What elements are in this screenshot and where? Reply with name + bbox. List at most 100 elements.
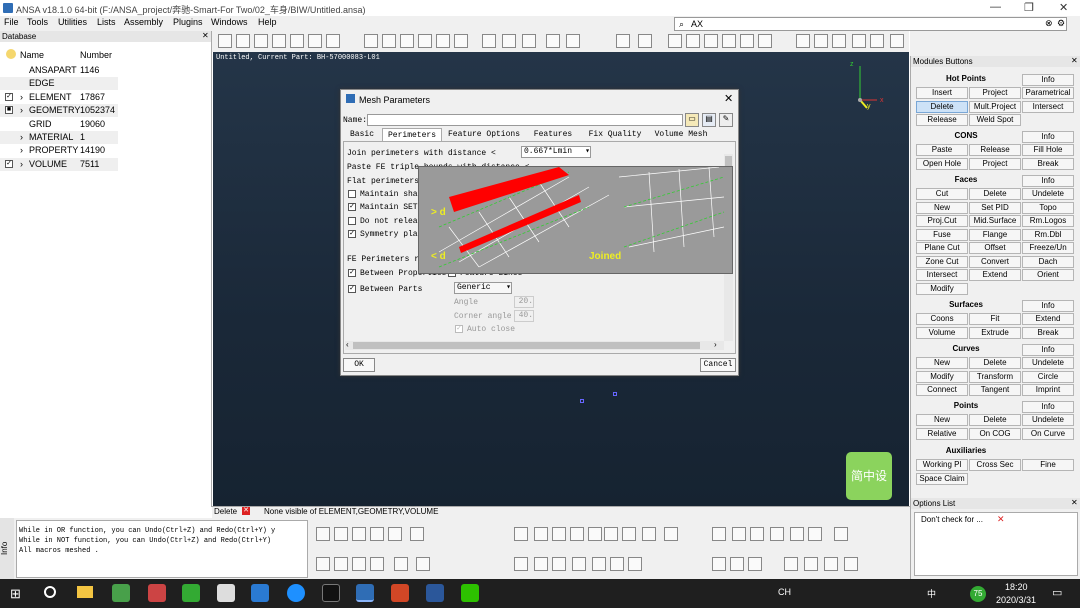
hp-weld-spot-button[interactable]: Weld Spot — [969, 114, 1021, 126]
database-row[interactable]: ✓ › VOLUME 7511 — [0, 157, 118, 171]
bottom-tool-15-icon[interactable] — [712, 527, 726, 541]
database-row[interactable]: ANSAPART 1146 — [0, 64, 118, 77]
sf-extend-button[interactable]: Extend — [1022, 313, 1074, 325]
iqiyi-icon[interactable] — [182, 584, 200, 602]
bottom-tool-16-icon[interactable] — [732, 527, 746, 541]
close-icon[interactable]: ✕ — [1059, 1, 1068, 14]
symmetry-plane-checkbox[interactable]: ✓ — [348, 230, 356, 238]
fc-modify-button[interactable]: Modify — [916, 282, 968, 295]
bottom-tool-row2-12-icon[interactable] — [628, 557, 642, 571]
outlook-icon[interactable] — [251, 584, 269, 602]
display-icon[interactable] — [454, 34, 468, 48]
between-properties-checkbox[interactable]: ✓ — [348, 269, 356, 277]
tab-volume-mesh[interactable]: Volume Mesh — [648, 128, 714, 141]
layers-icon[interactable] — [686, 34, 700, 48]
search-input[interactable]: AX — [691, 19, 703, 29]
database-row[interactable]: EDGE — [0, 77, 118, 91]
action-center-icon[interactable]: ▭ — [1052, 586, 1062, 599]
fc-flange-button[interactable]: Flange — [969, 228, 1021, 241]
checkmark-icon[interactable] — [502, 34, 516, 48]
menu-file[interactable]: File — [4, 17, 19, 27]
points-info-button[interactable]: Info — [1022, 401, 1074, 413]
clear-search-icon[interactable]: ⊗ — [1045, 18, 1053, 29]
sf-fit-button[interactable]: Fit — [969, 313, 1021, 325]
rotate-icon[interactable] — [758, 34, 772, 48]
redo-icon[interactable] — [638, 34, 652, 48]
filter-icon[interactable] — [6, 49, 16, 59]
bottom-tool-7-icon[interactable] — [534, 527, 548, 541]
bottom-tool-8-icon[interactable] — [552, 527, 566, 541]
bottom-tool-row2-19-icon[interactable] — [844, 557, 858, 571]
join-distance-select[interactable]: 0.667*Lmin ▾ — [521, 146, 591, 158]
auxiliaries-section-title[interactable]: Auxiliaries — [914, 446, 1018, 455]
bottom-tool-row2-16-icon[interactable] — [784, 557, 798, 571]
hp-intersect-button[interactable]: Intersect — [1022, 100, 1074, 113]
minimize-icon[interactable]: — — [990, 1, 1001, 13]
view-icon[interactable] — [722, 34, 736, 48]
hp-mult-project-button[interactable]: Mult.Project — [969, 100, 1021, 113]
row-checkbox[interactable]: ✓ — [5, 159, 13, 168]
bottom-tool-13-icon[interactable] — [642, 527, 656, 541]
fc-topo-button[interactable]: Topo — [1022, 201, 1074, 214]
bottom-tool-row2-8-icon[interactable] — [552, 557, 566, 571]
cv-modify-button[interactable]: Modify — [916, 370, 968, 383]
bottom-tool-row2-3-icon[interactable] — [370, 557, 384, 571]
database-row[interactable]: ✓ › ELEMENT 17867 — [0, 91, 118, 104]
bottom-tool-9-icon[interactable] — [570, 527, 584, 541]
bottom-tool-row2-2-icon[interactable] — [352, 557, 366, 571]
rebuild-icon[interactable] — [382, 34, 396, 48]
tab-feature-options[interactable]: Feature Options — [444, 128, 524, 141]
settings-tool-icon[interactable]: ✎ — [719, 113, 733, 127]
grid-icon[interactable] — [668, 34, 682, 48]
options-list-item[interactable]: Don't check for ... — [921, 515, 983, 524]
points-section-title[interactable]: Points — [914, 401, 1018, 410]
bottom-tool-row2-4-icon[interactable] — [394, 557, 408, 571]
move-icon[interactable] — [482, 34, 496, 48]
database-row[interactable]: ■ › GEOMETRY 1052374 — [0, 104, 118, 118]
name-input[interactable] — [367, 114, 683, 126]
bottom-tool-row2-17-icon[interactable] — [804, 557, 818, 571]
s-icon[interactable] — [308, 34, 322, 48]
corner-angle-input[interactable]: 40. — [514, 310, 534, 322]
scroll-left-icon[interactable]: ‹ — [346, 340, 349, 349]
bottom-tool-18-icon[interactable] — [770, 527, 784, 541]
red-app-icon[interactable] — [148, 584, 166, 602]
fc-set-pid-button[interactable]: Set PID — [969, 201, 1021, 214]
align-icon[interactable] — [436, 34, 450, 48]
options-close-icon[interactable]: ✕ — [1071, 498, 1078, 507]
cn-release-button[interactable]: Release — [969, 144, 1021, 156]
search-gear-icon[interactable]: ⚙ — [1057, 18, 1065, 29]
ansa-taskbar-icon[interactable] — [356, 584, 374, 602]
hp-insert-button[interactable]: Insert — [916, 87, 968, 99]
cn-paste-button[interactable]: Paste — [916, 144, 968, 156]
brush-icon[interactable] — [522, 34, 536, 48]
menu-plugins[interactable]: Plugins — [173, 17, 203, 27]
auto-close-checkbox[interactable]: ✓ — [455, 325, 463, 333]
bottom-tool-row2-15-icon[interactable] — [748, 557, 762, 571]
pt-on-curve-button[interactable]: On Curve — [1022, 427, 1074, 440]
do-not-release-checkbox[interactable] — [348, 217, 356, 225]
database-row[interactable]: › PROPERTY 14190 — [0, 144, 118, 157]
cv-tangent-button[interactable]: Tangent — [969, 384, 1021, 396]
faces-section-title[interactable]: Faces — [914, 175, 1018, 184]
menu-utilities[interactable]: Utilities — [58, 17, 87, 27]
search-field[interactable]: ⌕ AX ⊗ ⚙ — [674, 17, 1067, 31]
bottom-tool-2-icon[interactable] — [352, 527, 366, 541]
maintain-set-checkbox[interactable]: ✓ — [348, 203, 356, 211]
cv-delete-button[interactable]: Delete — [969, 357, 1021, 369]
fc-delete-button[interactable]: Delete — [969, 188, 1021, 200]
surfaces-info-button[interactable]: Info — [1022, 300, 1074, 312]
faces-info-button[interactable]: Info — [1022, 175, 1074, 187]
bottom-tool-row2-0-icon[interactable] — [316, 557, 330, 571]
bottom-tool-row2-9-icon[interactable] — [572, 557, 586, 571]
fc-freeze-un-button[interactable]: Freeze/Un — [1022, 242, 1074, 254]
cv-imprint-button[interactable]: Imprint — [1022, 384, 1074, 396]
save-icon[interactable]: ▤ — [702, 113, 716, 127]
bottom-tool-12-icon[interactable] — [622, 527, 636, 541]
curves-info-button[interactable]: Info — [1022, 344, 1074, 356]
pen-icon[interactable] — [796, 34, 810, 48]
bottom-tool-row2-11-icon[interactable] — [610, 557, 624, 571]
fc-extend-button[interactable]: Extend — [969, 269, 1021, 281]
expand-icon[interactable]: › — [20, 91, 23, 104]
file-explorer-icon[interactable] — [77, 586, 93, 598]
